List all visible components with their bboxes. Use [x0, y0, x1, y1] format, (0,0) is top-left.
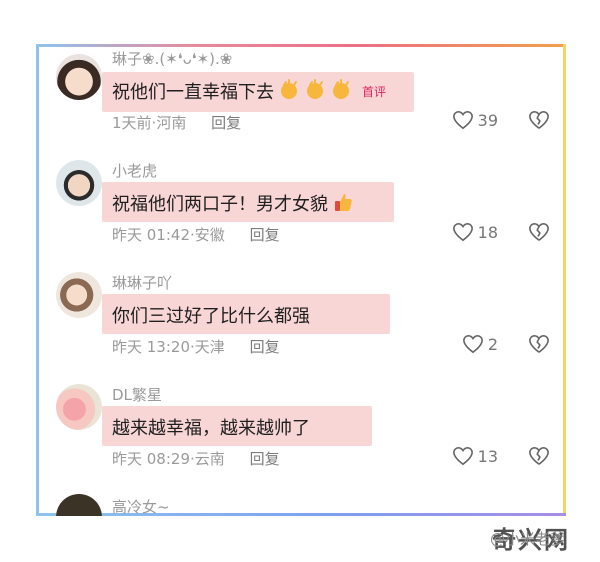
broken-heart-icon — [529, 111, 549, 129]
reply-button[interactable]: 回复 — [211, 114, 241, 132]
comment-location: 天津 — [194, 338, 225, 356]
comment-content: 越来越幸福，越来越帅了 — [112, 414, 310, 440]
comment-text: 祝他们一直幸福下去 — [112, 82, 274, 103]
comment-time: 昨天 01:42 — [112, 226, 190, 244]
comment-username[interactable]: 小老虎 — [112, 160, 157, 181]
comment-location: 河南 — [156, 114, 187, 132]
reply-button[interactable]: 回复 — [250, 226, 280, 244]
avatar[interactable] — [56, 160, 102, 206]
avatar[interactable] — [56, 54, 102, 100]
avatar[interactable] — [56, 384, 102, 430]
comment-username[interactable]: 琳子❀.(✶❛ᴗ❛✶).❀ — [112, 48, 232, 69]
clap-emoji-icon — [304, 78, 326, 104]
comment-item: 琳子❀.(✶❛ᴗ❛✶).❀ 祝他们一直幸福下去 首评 1天前·河南 回复 39 — [36, 44, 566, 144]
heart-icon — [462, 334, 483, 354]
like-button[interactable]: 2 — [462, 334, 498, 354]
comment-location: 云南 — [194, 450, 225, 468]
like-count: 39 — [477, 110, 498, 130]
comment-meta: 昨天 01:42·安徽 回复 — [112, 224, 280, 245]
broken-heart-icon — [529, 335, 549, 353]
reply-button[interactable]: 回复 — [250, 450, 280, 468]
like-count: 18 — [477, 222, 498, 242]
dislike-button[interactable] — [528, 334, 550, 358]
comment-meta: 1天前·河南 回复 — [112, 112, 241, 133]
comment-username[interactable]: 琳琳子吖 — [112, 272, 172, 293]
watermark-text: @小米老爹 — [490, 530, 566, 548]
heart-icon — [452, 110, 473, 130]
dislike-button[interactable] — [528, 446, 550, 470]
comment-content: 祝福他们两口子！男才女貌 — [112, 190, 354, 216]
like-count: 13 — [477, 446, 498, 466]
avatar[interactable] — [56, 272, 102, 318]
reply-button[interactable]: 回复 — [250, 338, 280, 356]
comment-text: 祝福他们两口子！男才女貌 — [112, 194, 328, 215]
comment-username[interactable]: DL繁星 — [112, 384, 162, 405]
comment-username[interactable]: 高冷女~ — [112, 496, 170, 516]
like-button[interactable]: 18 — [452, 222, 498, 242]
comment-item: 小老虎 祝福他们两口子！男才女貌 昨天 01:42·安徽 回复 18 — [36, 154, 566, 254]
dislike-button[interactable] — [528, 110, 550, 134]
like-button[interactable]: 39 — [452, 110, 498, 130]
comment-time: 1天前 — [112, 114, 152, 132]
heart-icon — [452, 446, 473, 466]
comment-meta: 昨天 13:20·天津 回复 — [112, 336, 280, 357]
comment-item: DL繁星 越来越幸福，越来越帅了 昨天 08:29·云南 回复 13 — [36, 378, 566, 478]
like-button[interactable]: 13 — [452, 446, 498, 466]
comment-text: 你们三过好了比什么都强 — [112, 306, 310, 327]
broken-heart-icon — [529, 447, 549, 465]
heart-icon — [452, 222, 473, 242]
comment-content: 祝他们一直幸福下去 首评 — [112, 78, 386, 104]
clap-emoji-icon — [278, 78, 300, 104]
comment-content: 你们三过好了比什么都强 — [112, 302, 310, 328]
dislike-button[interactable] — [528, 222, 550, 246]
thumbs-up-emoji-icon — [332, 191, 354, 216]
comment-location: 安徽 — [194, 226, 225, 244]
comment-item: 琳琳子吖 你们三过好了比什么都强 昨天 13:20·天津 回复 2 — [36, 266, 566, 366]
comment-time: 昨天 08:29 — [112, 450, 190, 468]
avatar[interactable] — [56, 494, 102, 516]
comment-time: 昨天 13:20 — [112, 338, 190, 356]
clap-emoji-icon — [330, 78, 352, 104]
comment-item: 高冷女~ — [36, 490, 566, 516]
comment-list: 琳子❀.(✶❛ᴗ❛✶).❀ 祝他们一直幸福下去 首评 1天前·河南 回复 39 — [36, 44, 566, 516]
comment-text: 越来越幸福，越来越帅了 — [112, 418, 310, 439]
first-comment-badge: 首评 — [362, 84, 387, 99]
like-count: 2 — [487, 334, 498, 354]
comment-meta: 昨天 08:29·云南 回复 — [112, 448, 280, 469]
broken-heart-icon — [529, 223, 549, 241]
